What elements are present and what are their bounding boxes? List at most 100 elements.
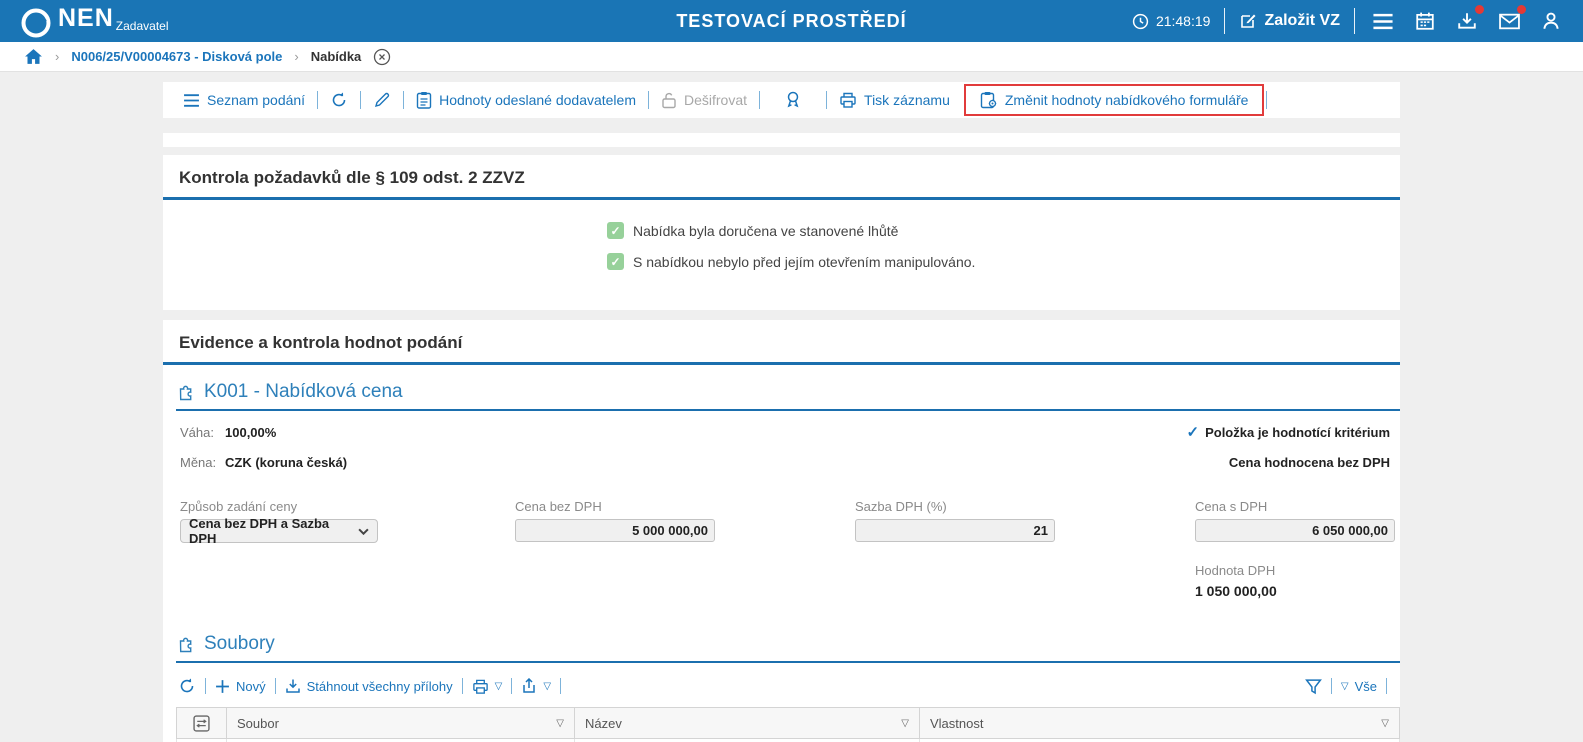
nen-logo-icon: [20, 7, 52, 39]
filter-vse-button[interactable]: ▽ Vše: [1332, 679, 1386, 694]
sort-icon[interactable]: ▽: [1381, 718, 1389, 729]
close-tab-icon[interactable]: [373, 48, 391, 66]
vlastnost-cell[interactable]: [920, 739, 1400, 742]
sort-icon[interactable]: ▽: [556, 718, 564, 729]
hodnoty-odeslane-label: Hodnoty odeslané dodavatelem: [439, 92, 636, 108]
toolbar-divider: [317, 91, 318, 109]
zpusob-select[interactable]: Cena bez DPH a Sazba DPH: [180, 519, 378, 543]
home-icon[interactable]: [24, 48, 43, 65]
k001-title: K001 - Nabídková cena: [204, 381, 403, 403]
breadcrumb-contract-link[interactable]: N006/25/V00004673 - Disková pole: [71, 49, 282, 64]
zpusob-selected-value: Cena bez DPH a Sazba DPH: [189, 516, 358, 546]
kriterium-flag: ✓ Položka je hodnotící kritérium: [1187, 423, 1391, 441]
check-label: S nabídkou nebylo před jejím otevřením m…: [633, 254, 975, 270]
evidence-section: Evidence a kontrola hodnot podání K001 -…: [163, 320, 1400, 742]
files-export-button[interactable]: ▽: [512, 678, 560, 694]
toolbar-divider: [759, 91, 760, 109]
toolbar-divider: [826, 91, 827, 109]
create-vz-button[interactable]: Založit VZ: [1239, 12, 1340, 30]
evidence-title: Evidence a kontrola hodnot podání: [163, 320, 1400, 362]
refresh-icon: [330, 91, 348, 109]
mena-value: CZK (koruna česká): [225, 455, 347, 470]
column-header-soubor[interactable]: Soubor▽: [227, 708, 575, 739]
toolbar-divider: [360, 91, 361, 109]
puzzle-icon: [178, 635, 196, 653]
menu-button[interactable]: [1369, 7, 1397, 35]
hodnoty-odeslane-button[interactable]: Hodnoty odeslané dodavatelem: [406, 91, 646, 109]
soubory-header: Soubory: [178, 633, 1387, 655]
pencil-icon: [373, 91, 391, 109]
header-divider: [1224, 8, 1225, 34]
download-icon: [285, 678, 301, 694]
breadcrumb-current: Nabídka: [311, 49, 362, 64]
unlock-icon: [661, 91, 677, 109]
tisk-zaznamu-label: Tisk záznamu: [864, 92, 950, 108]
award-button[interactable]: [762, 90, 824, 110]
dropdown-triangle-icon: ▽: [543, 681, 551, 692]
column-settings-header[interactable]: [177, 708, 227, 739]
hodnota-dph-block: Hodnota DPH 1 050 000,00: [1195, 563, 1395, 599]
vaha-value: 100,00%: [225, 425, 276, 440]
seznam-podani-label: Seznam podání: [207, 92, 305, 108]
envelope-icon: [1499, 13, 1520, 30]
filter-button[interactable]: [1296, 678, 1331, 695]
clipboard-gear-icon: [980, 91, 998, 109]
row-actions-cell[interactable]: [177, 739, 227, 742]
files-print-button[interactable]: ▽: [463, 678, 512, 695]
chevron-right-icon: ›: [55, 49, 59, 64]
column-header-vlastnost[interactable]: Vlastnost▽: [920, 708, 1400, 739]
clipboard-icon: [416, 91, 432, 109]
check-row-delivered: ✓ Nabídka byla doručena ve stanovené lhů…: [607, 222, 1400, 239]
desifrovat-label: Dešifrovat: [684, 92, 747, 108]
calendar-button[interactable]: [1411, 7, 1439, 35]
desifrovat-button: Dešifrovat: [651, 91, 757, 109]
dropdown-triangle-icon: ▽: [1341, 681, 1349, 692]
logo-role-label: Zadavatel: [116, 19, 169, 33]
sub-rule: [176, 661, 1400, 663]
seznam-podani-button[interactable]: Seznam podání: [173, 92, 315, 108]
share-icon: [521, 678, 537, 694]
refresh-button[interactable]: [320, 91, 358, 109]
toolbar-divider: [560, 678, 561, 694]
chevron-right-icon: ›: [294, 49, 298, 64]
cena-bez-input[interactable]: [515, 519, 715, 542]
stahnout-button[interactable]: Stáhnout všechny přílohy: [276, 678, 462, 694]
create-vz-label: Založit VZ: [1264, 12, 1340, 30]
toolbar-divider: [648, 91, 649, 109]
toolbar-divider: [1266, 91, 1267, 109]
check-icon: ✓: [1187, 423, 1200, 441]
sort-icon[interactable]: ▽: [901, 718, 909, 729]
novy-button[interactable]: Nový: [206, 679, 275, 694]
highlight-box: Změnit hodnoty nabídkového formuláře: [964, 84, 1265, 116]
logo-text: NEN: [58, 3, 114, 33]
column-header-nazev[interactable]: Název▽: [575, 708, 920, 739]
tisk-zaznamu-button[interactable]: Tisk záznamu: [829, 91, 960, 109]
printer-icon: [472, 678, 489, 695]
check-row-untampered: ✓ S nabídkou nebylo před jejím otevřením…: [607, 253, 1400, 270]
table-row[interactable]: Dokument s nabídkou dodavatele 1.pdf: [177, 739, 1400, 742]
vse-label: Vše: [1355, 679, 1377, 694]
toolbar-divider: [403, 91, 404, 109]
sazba-input[interactable]: [855, 519, 1055, 542]
files-refresh-button[interactable]: [176, 677, 205, 695]
kriterium-flag-label: Položka je hodnotící kritérium: [1205, 425, 1390, 440]
file-name-cell[interactable]: Dokument s nabídkou dodavatele 1.pdf: [227, 739, 575, 742]
nazev-cell[interactable]: [575, 739, 920, 742]
dropdown-triangle-icon: ▽: [495, 681, 503, 692]
nen-logo[interactable]: NEN Zadavatel: [20, 3, 169, 39]
cena-s-input[interactable]: [1195, 519, 1395, 542]
messages-button[interactable]: [1495, 7, 1523, 35]
header-divider: [1354, 8, 1355, 34]
price-form: Způsob zadání ceny Cena bez DPH a Sazba …: [163, 499, 1400, 543]
puzzle-icon: [178, 383, 196, 401]
cena-s-label: Cena s DPH: [1195, 499, 1395, 514]
zmenit-hodnoty-button[interactable]: Změnit hodnoty nabídkového formuláře: [970, 91, 1259, 109]
list-icon: [183, 93, 200, 108]
edit-button[interactable]: [363, 91, 401, 109]
user-button[interactable]: [1537, 7, 1565, 35]
downloads-button[interactable]: [1453, 7, 1481, 35]
clock-display: 21:48:19: [1132, 13, 1211, 30]
soubory-title: Soubory: [204, 633, 275, 655]
green-check-icon: ✓: [607, 222, 624, 239]
section-rule: [163, 362, 1400, 365]
